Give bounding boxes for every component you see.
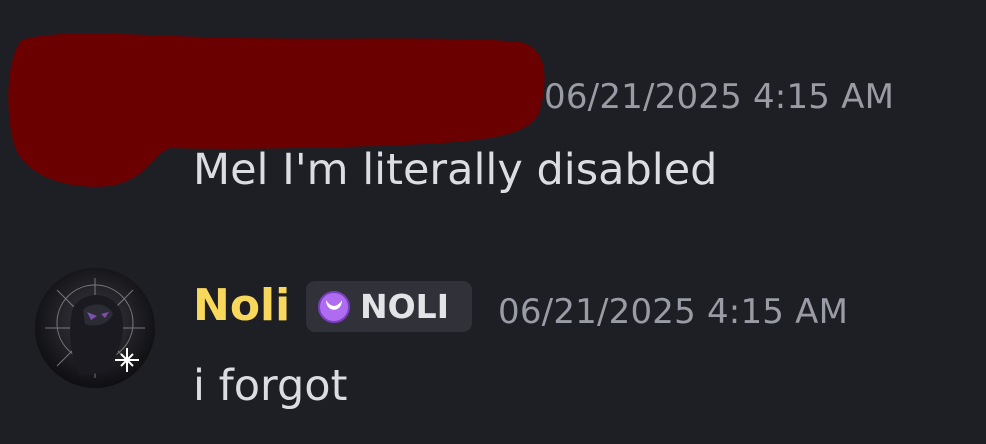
chat-view: 06/21/2025 4:15 AM Mel I'm literally dis… (0, 0, 986, 444)
user-avatar[interactable] (35, 268, 155, 388)
message-timestamp: 06/21/2025 4:15 AM (498, 292, 849, 332)
avatar-image (35, 268, 155, 388)
message-timestamp: 06/21/2025 4:15 AM (544, 77, 895, 117)
server-tag[interactable]: NOLI (306, 281, 472, 332)
message-content: i forgot (193, 361, 348, 411)
server-tag-label: NOLI (360, 287, 449, 326)
author-name[interactable]: Noli (193, 279, 290, 333)
message-content: Mel I'm literally disabled (193, 145, 718, 195)
purple-moon-icon (318, 291, 350, 323)
